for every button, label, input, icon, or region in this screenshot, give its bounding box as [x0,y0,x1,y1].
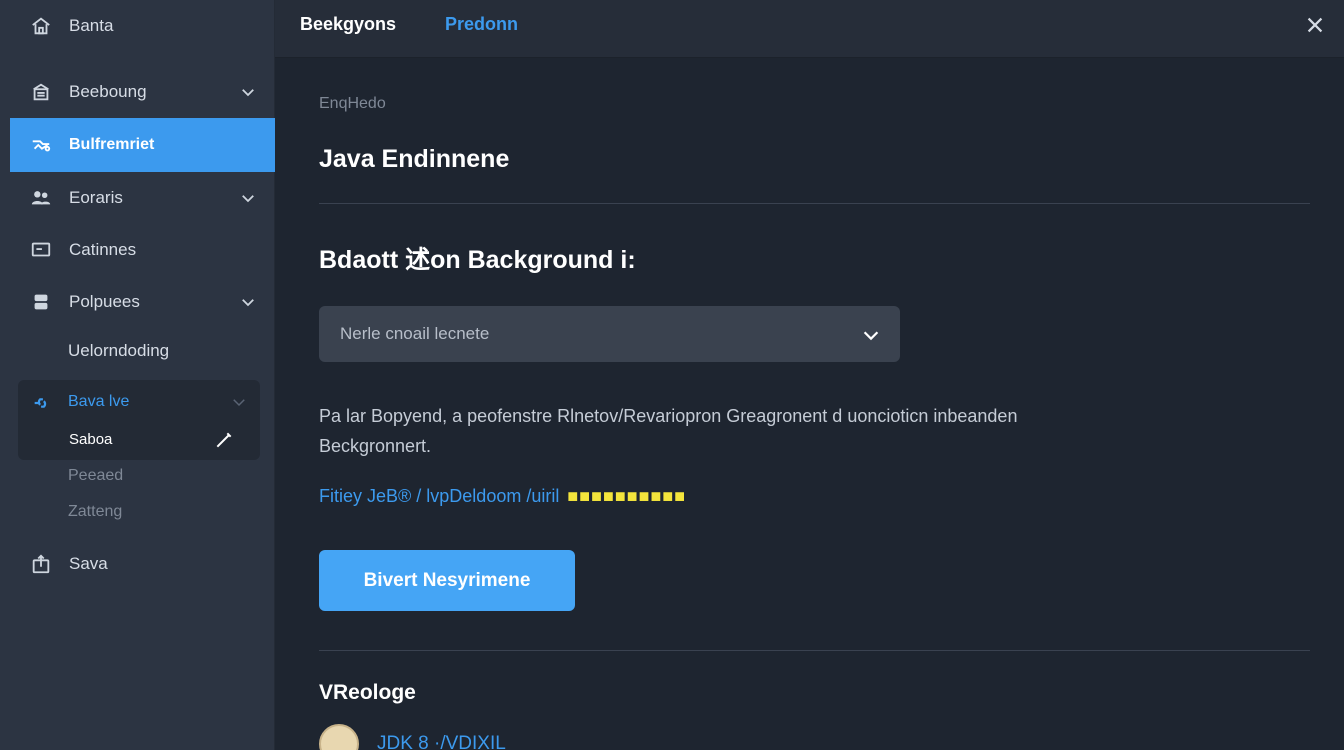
sidebar-item-polpuees[interactable]: Polpuees [10,276,275,328]
highlight-badge: ■■■■■■■■■■ [567,486,687,506]
link-row: Fitiey JeB® / lvpDeldoom /uiril ■■■■■■■■… [319,486,686,507]
sidebar-subitem-peeaed[interactable]: Peeaed [68,467,123,485]
select-value: Nerle cnoail lecnete [340,324,490,343]
sidebar-item-catinnes[interactable]: Catinnes [10,224,275,276]
sidebar-item-label: Eoraris [69,188,123,207]
chevron-down-icon[interactable] [239,293,257,311]
version-select[interactable]: Nerle cnoail lecnete [319,306,900,362]
description-text: Pa lar Bopyend, a peofenstre Rlnetov/Rev… [319,406,1018,456]
jdk-label: JDK 8 ·/VDIXIL [377,733,506,750]
sidebar-item-label: Beeboung [69,82,147,101]
primary-action-button[interactable]: Bivert Nesyrimene [319,550,575,611]
sidebar-item-sava[interactable]: Sava [10,538,275,590]
sidebar-item-label: Bulfremriet [69,136,155,153]
sub-heading: VReologe [319,681,416,704]
main-content: EnqHedo Java Endinnene Bdaott 述on Backgr… [275,58,1344,750]
sidebar-subitem-zatteng[interactable]: Zatteng [68,503,122,521]
sidebar-subitem-uelorndoding[interactable]: Uelorndoding [68,341,169,361]
sidebar: Banta Beeboung Bulfremriet Eoraris Catin… [0,0,275,750]
section-title: Bdaott 述on Background i: [319,246,636,274]
tab-predonn[interactable]: Predonn [445,14,518,35]
sidebar-group-expanded: Bava lve Saboa [18,380,260,460]
chevron-down-icon[interactable] [239,189,257,207]
tools-icon [30,134,52,156]
chevron-down-icon[interactable] [239,83,257,101]
divider [319,650,1310,651]
divider [319,203,1310,204]
sidebar-item-label: Polpuees [69,292,140,311]
close-icon[interactable] [1304,14,1326,36]
tab-beekgyons[interactable]: Beekgyons [300,14,396,35]
sidebar-item-label: Catinnes [69,240,137,259]
sidebar-item-bulfremriet[interactable]: Bulfremriet [10,118,275,172]
sidebar-item-label: Sava [69,554,108,573]
pencil-icon[interactable] [214,430,234,450]
sidebar-item-banta[interactable]: Banta [10,0,275,52]
home-icon [30,15,52,37]
sidebar-item-beeboung[interactable]: Beeboung [10,66,275,118]
top-bar: Beekgyons Predonn [275,0,1344,58]
people-icon [30,187,52,209]
share-icon [30,553,52,575]
database-icon [30,291,52,313]
page-title: Java Endinnene [319,145,510,173]
sidebar-group-title[interactable]: Bava lve [68,393,129,411]
download-link[interactable]: Fitiey JeB® / lvpDeldoom /uiril [319,486,559,507]
sidebar-item-label: Banta [69,16,114,35]
link-icon [34,398,47,408]
sidebar-item-eoraris[interactable]: Eoraris [10,172,275,224]
chevron-down-icon [863,331,879,341]
jdk-list-item[interactable]: JDK 8 ·/VDIXIL [319,724,506,750]
avatar [319,724,359,750]
building-icon [30,81,52,103]
monitor-icon [30,239,52,261]
sidebar-group-subitem[interactable]: Saboa [69,431,112,448]
breadcrumb[interactable]: EnqHedo [319,95,386,113]
chevron-down-icon[interactable] [230,393,248,411]
